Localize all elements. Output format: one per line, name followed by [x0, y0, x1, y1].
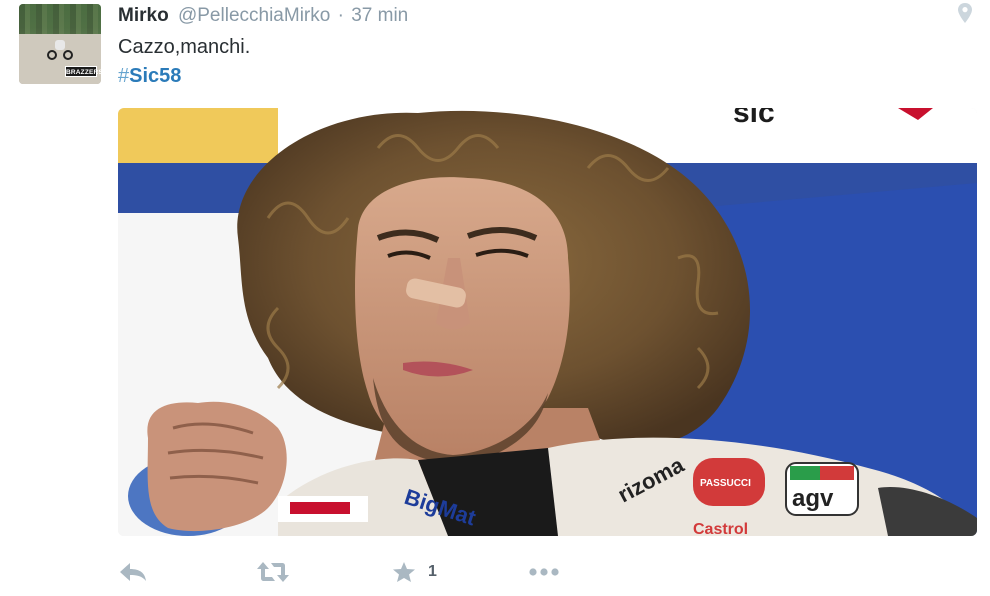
banner-text: sic — [733, 108, 775, 129]
tweet: BRAZZERS Mirko @PellecchiaMirko · 37 min… — [0, 0, 990, 596]
tweet-text: Cazzo,manchi. — [118, 36, 251, 58]
timestamp[interactable]: 37 min — [351, 5, 408, 26]
tweet-photo[interactable]: sic BigMat rizoma PASSUCCI agv Castrol — [118, 108, 977, 536]
hashtag-link[interactable]: #Sic58 — [118, 64, 181, 88]
retweet-icon[interactable] — [256, 556, 290, 588]
avatar-trees — [19, 4, 101, 36]
suit-label-5: Castrol — [693, 521, 748, 536]
more-dots-icon[interactable] — [528, 556, 560, 588]
reply-icon[interactable] — [118, 556, 148, 588]
favorite-action[interactable]: 1 — [392, 556, 437, 588]
suit-label-4: agv — [792, 485, 834, 512]
location-pin-icon[interactable] — [957, 2, 973, 24]
favorite-count: 1 — [428, 563, 437, 580]
tweet-actions: 1 — [118, 556, 578, 588]
author-name[interactable]: Mirko — [118, 5, 169, 26]
avatar-logo: BRAZZERS — [65, 66, 101, 77]
tweet-header: Mirko @PellecchiaMirko · 37 min — [118, 5, 408, 27]
avatar[interactable]: BRAZZERS — [19, 4, 101, 84]
avatar-rider — [47, 40, 73, 60]
header-separator: · — [337, 5, 344, 26]
hashtag-symbol: # — [118, 65, 130, 87]
author-handle[interactable]: @PellecchiaMirko — [178, 5, 330, 26]
suit-label-3: PASSUCCI — [700, 478, 751, 489]
star-icon — [393, 562, 415, 582]
hashtag-text: Sic58 — [129, 65, 182, 87]
